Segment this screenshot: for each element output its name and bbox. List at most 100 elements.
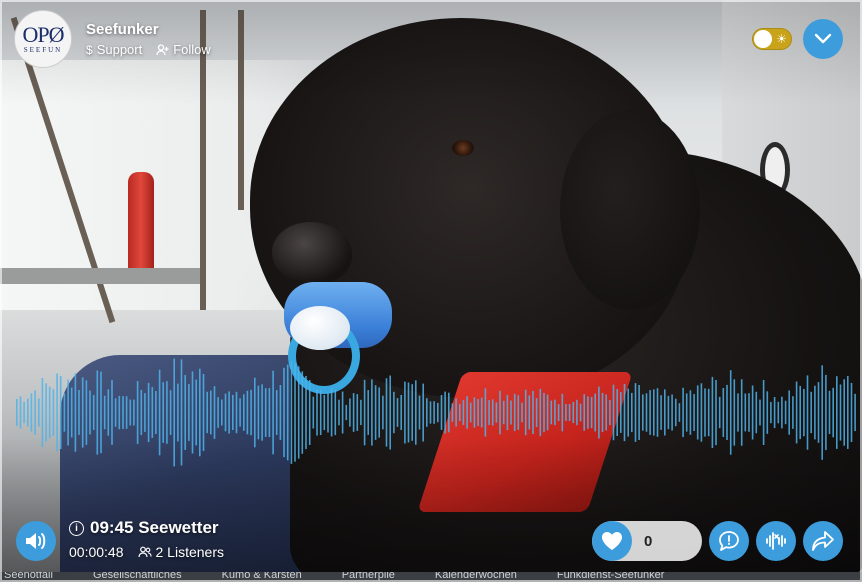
waveform-bar <box>707 388 710 437</box>
waveform-bar <box>41 378 44 447</box>
waveform-bar <box>297 366 300 459</box>
info-icon[interactable]: i <box>69 520 84 536</box>
waveform-bar <box>268 388 271 437</box>
waveform-bar <box>243 394 245 431</box>
waveform-bar <box>92 395 95 430</box>
theme-toggle[interactable]: ☀ <box>752 28 792 50</box>
waveform-bar <box>195 379 197 446</box>
waveform-bar <box>52 389 55 436</box>
waveform-bar <box>766 391 769 434</box>
waveform-bar <box>140 389 143 435</box>
waveform-bar <box>788 390 790 435</box>
waveform-bar <box>96 370 99 455</box>
waveform-bar <box>89 390 91 435</box>
now-playing-title: 09:45 Seewetter <box>90 518 219 537</box>
support-button[interactable]: $ Support <box>86 42 142 57</box>
waveform-bar <box>649 390 651 435</box>
footer-link[interactable]: Kalenderwochen <box>435 572 517 582</box>
waveform-bar <box>378 387 380 438</box>
waveform-bar <box>81 377 84 448</box>
waveform-bar <box>103 395 106 430</box>
waveform-bar <box>162 382 164 443</box>
waveform-bar <box>762 380 765 445</box>
menu-toggle-button[interactable] <box>803 19 843 59</box>
waveform-bar <box>74 373 77 452</box>
footer-link[interactable]: Funkdienst-Seefunker <box>557 572 665 582</box>
footer-link[interactable]: Partnerpile <box>342 572 395 582</box>
waveform-bar <box>704 388 706 437</box>
waveform-bar <box>286 364 289 461</box>
waveform-bar <box>78 390 80 435</box>
waveform-bar <box>301 371 304 454</box>
waveform-bar <box>480 397 483 428</box>
share-icon <box>812 531 834 551</box>
footer-link[interactable]: Kümo & Karsten <box>222 572 302 582</box>
waveform-bar <box>634 383 637 442</box>
waveform-bar <box>444 391 446 434</box>
like-count: 0 <box>644 532 653 550</box>
waveform-bar <box>67 379 69 446</box>
waveform-bar <box>755 391 758 434</box>
waveform-bar <box>535 398 538 427</box>
waveform-bar <box>744 393 747 432</box>
waveform-bar <box>180 359 183 466</box>
waveform-bar <box>250 389 252 436</box>
heart-icon <box>602 532 622 550</box>
waveform-bar <box>279 385 282 440</box>
waveform-bar <box>532 390 534 434</box>
waveform-bar <box>546 394 549 431</box>
waveform-bar <box>426 398 428 427</box>
follow-button[interactable]: Follow <box>156 42 211 57</box>
waveform-bar <box>177 383 179 442</box>
footer-link[interactable]: Seenotfall <box>4 572 53 582</box>
sun-icon: ☀ <box>776 32 787 46</box>
waveform-bar <box>521 402 523 423</box>
waveform-bar <box>693 394 695 431</box>
footer-links: Seenotfall Gesellschaftliches Kümo & Karst… <box>0 572 862 582</box>
waveform-bar <box>151 387 154 438</box>
footer-link[interactable]: Gesellschaftliches <box>93 572 182 582</box>
toggle-knob <box>754 30 772 48</box>
waveform-bar <box>330 388 333 437</box>
waveform-bar <box>821 365 823 460</box>
elapsed-time: 00:00:48 <box>69 544 124 560</box>
waveform-bar <box>118 395 121 430</box>
play-button[interactable] <box>16 521 56 561</box>
waveform-bar <box>345 404 348 421</box>
waveform-bar <box>590 396 593 429</box>
waveform-bar <box>261 384 263 441</box>
waveform-bar <box>491 399 494 426</box>
waveform-bar <box>334 389 337 436</box>
waveform-bar <box>682 387 684 438</box>
waveform-bar <box>675 398 677 427</box>
waveform-bar <box>850 382 853 442</box>
share-button[interactable] <box>803 521 843 561</box>
waveform-bar <box>323 394 326 431</box>
waveform-bar <box>740 379 743 446</box>
like-button[interactable] <box>592 521 632 561</box>
waveform-bar <box>360 399 362 426</box>
waveform-bar <box>59 376 62 449</box>
background-photo <box>0 0 862 582</box>
waveform-bar <box>418 395 421 430</box>
waveform-bar <box>828 390 831 435</box>
waveform-bar <box>715 380 717 446</box>
waveform-bar <box>217 397 219 428</box>
waveform-bar <box>400 395 402 430</box>
waveform-bar <box>111 380 113 445</box>
listeners-label: 2 Listeners <box>155 544 224 560</box>
waveform-bar <box>843 379 845 446</box>
station-avatar[interactable]: OPØ SEEFUN <box>14 10 72 68</box>
now-playing: i 09:45 Seewetter 00:00:48 2 Listeners <box>69 518 224 560</box>
mute-waveform-button[interactable] <box>756 521 796 561</box>
waveform-bar <box>415 380 417 445</box>
station-header: OPØ SEEFUN Seefunker $ Support Follow <box>14 10 211 68</box>
waveform-bar <box>576 399 578 426</box>
waveform-bar <box>631 392 633 433</box>
chat-button[interactable] <box>709 521 749 561</box>
station-name[interactable]: Seefunker <box>86 21 211 38</box>
waveform-bar <box>312 396 315 429</box>
waveform-bar <box>371 379 373 446</box>
waveform-bar <box>722 388 725 437</box>
waveform-bar <box>847 376 849 449</box>
